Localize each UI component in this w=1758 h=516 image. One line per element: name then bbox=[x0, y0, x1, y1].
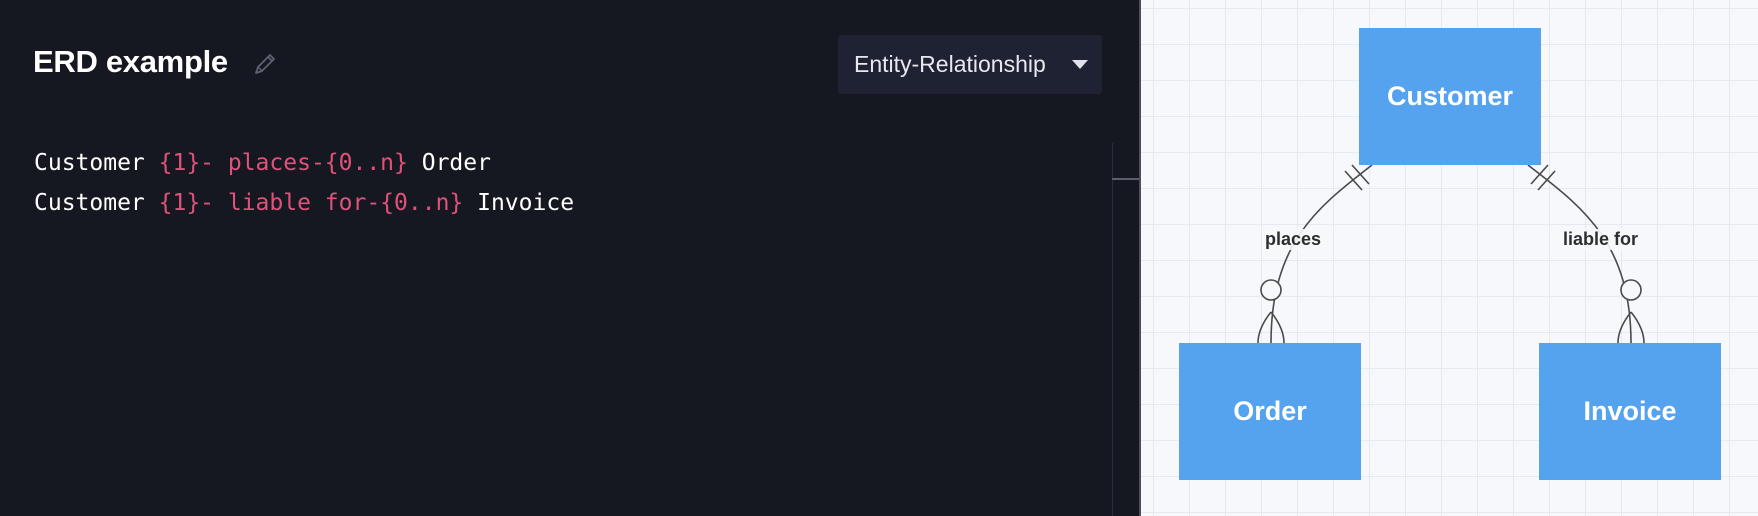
code-editor[interactable]: Customer {1}- places-{0..n} Order Custome… bbox=[34, 143, 574, 223]
code-right-entity: Order bbox=[407, 150, 491, 176]
diagram-type-label: Entity-Relationship bbox=[854, 51, 1046, 77]
code-relation: {1}- places-{0..n} bbox=[158, 150, 408, 176]
code-relation: {1}- liable for-{0..n} bbox=[158, 190, 464, 216]
liable-for-connector bbox=[1527, 164, 1632, 344]
entity-customer[interactable]: Customer bbox=[1359, 28, 1541, 165]
relation-label-places: places bbox=[1265, 229, 1322, 250]
liable-for-zero-mark bbox=[1620, 279, 1642, 301]
places-zero-mark bbox=[1260, 279, 1282, 301]
liable-for-many-mark bbox=[1630, 311, 1645, 344]
entity-order[interactable]: Order bbox=[1179, 343, 1361, 480]
editor-scrollbar-track[interactable] bbox=[1112, 143, 1139, 516]
chevron-down-icon bbox=[1072, 60, 1088, 69]
code-left-entity: Customer bbox=[34, 150, 159, 176]
places-connector bbox=[1270, 164, 1373, 344]
relation-label-liable-for: liable for bbox=[1563, 229, 1639, 250]
editor-scrollbar-thumb[interactable] bbox=[1112, 178, 1139, 180]
document-title[interactable]: ERD example bbox=[33, 44, 228, 80]
entity-invoice[interactable]: Invoice bbox=[1539, 343, 1721, 480]
editor-pane: ERD example Entity-Relationship Customer… bbox=[0, 0, 1139, 516]
code-line: Customer {1}- places-{0..n} Order bbox=[34, 143, 574, 183]
code-left-entity: Customer bbox=[34, 190, 159, 216]
places-many-mark bbox=[1257, 311, 1272, 344]
code-line: Customer {1}- liable for-{0..n} Invoice bbox=[34, 183, 574, 223]
code-right-entity: Invoice bbox=[463, 190, 575, 216]
edit-title-pencil-icon[interactable] bbox=[251, 50, 279, 78]
diagram-canvas[interactable]: Customer Order Invoice places liable for bbox=[1141, 0, 1758, 516]
diagram-type-dropdown[interactable]: Entity-Relationship bbox=[838, 35, 1102, 94]
